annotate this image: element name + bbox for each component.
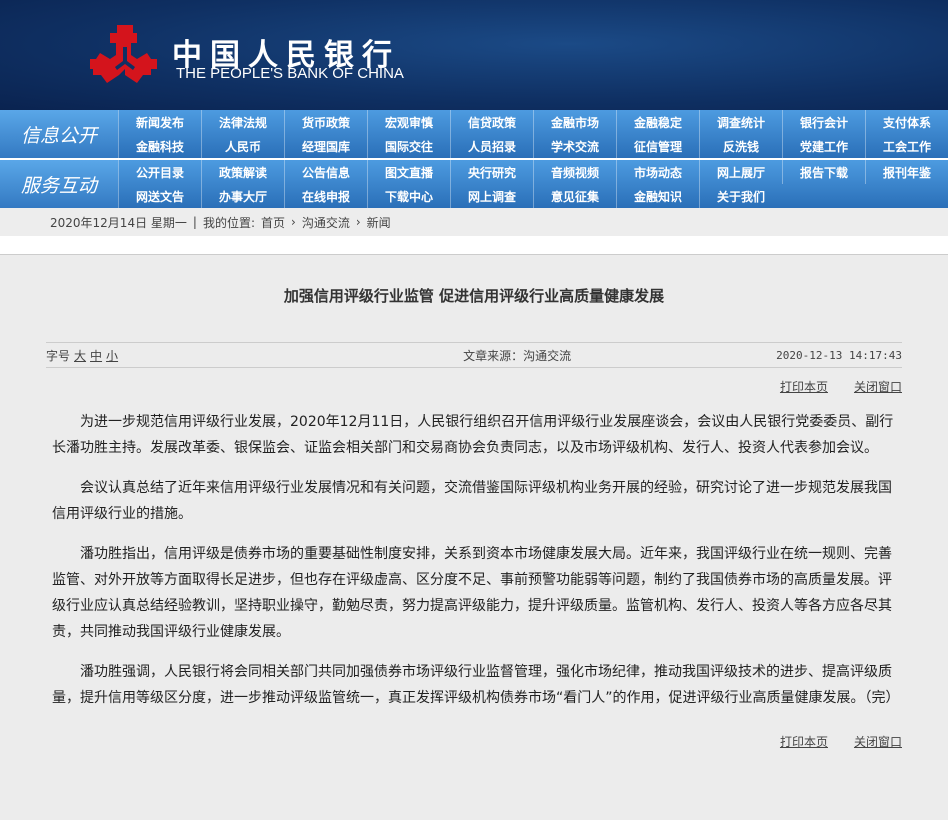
nav-item[interactable]: 报告下载	[782, 160, 865, 184]
nav-item[interactable]: 经理国库	[284, 134, 367, 158]
nav-item[interactable]: 公告信息	[284, 160, 367, 184]
font-size-large[interactable]: 大	[74, 349, 86, 363]
chevron-right-icon: ›	[291, 215, 296, 229]
location-label: 我的位置:	[202, 215, 255, 230]
nav-group-label: 信息公开	[0, 110, 118, 158]
nav-item[interactable]: 人民币	[201, 134, 284, 158]
nav-item[interactable]: 党建工作	[782, 134, 865, 158]
font-size-label: 字号	[46, 348, 71, 363]
nav-item[interactable]: 市场动态	[616, 160, 699, 184]
nav-group-label: 服务互动	[0, 160, 118, 208]
article-paragraph: 为进一步规范信用评级行业发展，2020年12月11日，人民银行组织召开信用评级行…	[52, 414, 894, 456]
font-size-medium[interactable]: 中	[90, 349, 102, 363]
nav-item[interactable]: 图文直播	[367, 160, 450, 184]
nav-item[interactable]: 音频视频	[533, 160, 616, 184]
nav-item[interactable]: 反洗钱	[699, 134, 782, 158]
nav-item[interactable]: 央行研究	[450, 160, 533, 184]
separator: |	[192, 215, 197, 229]
nav-item[interactable]: 金融稳定	[616, 110, 699, 134]
logo-english-text: THE PEOPLE'S BANK OF CHINA	[176, 65, 404, 82]
close-window-link[interactable]: 关闭窗口	[854, 380, 902, 394]
article-paragraph: 会议认真总结了近年来信用评级行业发展情况和有关问题，交流借鉴国际评级机构业务开展…	[52, 480, 892, 522]
breadcrumb-home[interactable]: 首页	[261, 214, 285, 231]
current-date: 2020年12月14日 星期一	[50, 215, 187, 230]
nav-item[interactable]: 公开目录	[118, 160, 201, 184]
nav-item[interactable]: 征信管理	[616, 134, 699, 158]
nav-item[interactable]: 下载中心	[367, 184, 450, 208]
nav-item[interactable]: 网送文告	[118, 184, 201, 208]
nav-item[interactable]: 银行会计	[782, 110, 865, 134]
nav-item[interactable]: 货币政策	[284, 110, 367, 134]
close-window-link[interactable]: 关闭窗口	[854, 735, 902, 749]
article-meta: 字号大中小 文章来源：沟通交流 2020-12-13 14:17:43	[46, 342, 902, 368]
nav-item[interactable]: 在线申报	[284, 184, 367, 208]
site-header: 中国人民银行 THE PEOPLE'S BANK OF CHINA	[0, 0, 948, 110]
nav-item[interactable]: 金融科技	[118, 134, 201, 158]
breadcrumb-communication[interactable]: 沟通交流	[302, 214, 350, 231]
nav-item[interactable]: 新闻发布	[118, 110, 201, 134]
nav-item[interactable]: 网上展厅	[699, 160, 782, 184]
article-paragraph: 潘功胜强调，人民银行将会同相关部门共同加强债券市场评级行业监督管理，强化市场纪律…	[52, 664, 900, 706]
nav-item[interactable]: 宏观审慎	[367, 110, 450, 134]
nav-info-disclosure: 信息公开 新闻发布 法律法规 货币政策 宏观审慎 信贷政策 金融市场 金融稳定 调查统计 银行会…	[0, 110, 948, 158]
nav-item[interactable]: 学术交流	[533, 134, 616, 158]
nav-item[interactable]: 信贷政策	[450, 110, 533, 134]
article-body: 为进一步规范信用评级行业发展，2020年12月11日，人民银行组织召开信用评级行…	[52, 409, 902, 711]
nav-item[interactable]: 人员招录	[450, 134, 533, 158]
font-size-small[interactable]: 小	[106, 349, 118, 363]
print-page-link[interactable]: 打印本页	[780, 735, 828, 749]
nav-item[interactable]: 法律法规	[201, 110, 284, 134]
print-page-link[interactable]: 打印本页	[780, 380, 828, 394]
article-container: 加强信用评级行业监管 促进信用评级行业高质量健康发展 字号大中小 文章来源：沟通…	[0, 254, 948, 820]
breadcrumb: 2020年12月14日 星期一 | 我的位置: 首页 › 沟通交流 › 新闻	[0, 208, 948, 236]
nav-item[interactable]: 工会工作	[865, 134, 948, 158]
pboc-emblem-logo	[90, 25, 157, 83]
nav-item[interactable]: 网上调查	[450, 184, 533, 208]
nav-item[interactable]: 金融市场	[533, 110, 616, 134]
nav-item[interactable]: 政策解读	[201, 160, 284, 184]
article-source: 文章来源：沟通交流	[463, 348, 572, 363]
nav-service-interaction: 服务互动 公开目录 政策解读 公告信息 图文直播 央行研究 音频视频 市场动态 网上展厅 报告下…	[0, 160, 948, 208]
nav-item[interactable]: 支付体系	[865, 110, 948, 134]
nav-item[interactable]: 报刊年鉴	[865, 160, 948, 184]
nav-item[interactable]: 关于我们	[699, 184, 782, 208]
nav-item[interactable]: 调查统计	[699, 110, 782, 134]
nav-item[interactable]: 办事大厅	[201, 184, 284, 208]
article-paragraph: 潘功胜指出，信用评级是债券市场的重要基础性制度安排，关系到资本市场健康发展大局。…	[52, 546, 892, 640]
breadcrumb-news[interactable]: 新闻	[367, 214, 391, 231]
article-datetime: 2020-12-13 14:17:43	[776, 348, 902, 362]
nav-item[interactable]: 金融知识	[616, 184, 699, 208]
chevron-right-icon: ›	[355, 215, 361, 229]
article-title: 加强信用评级行业监管 促进信用评级行业高质量健康发展	[283, 287, 665, 305]
nav-item[interactable]: 意见征集	[533, 184, 616, 208]
nav-item[interactable]: 国际交往	[367, 134, 450, 158]
